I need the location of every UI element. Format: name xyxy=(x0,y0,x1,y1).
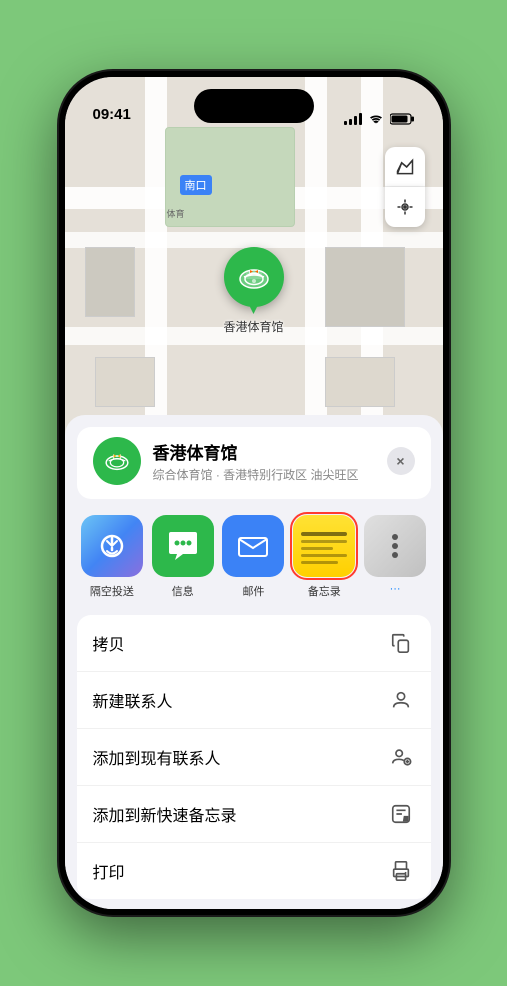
person-add-icon xyxy=(387,743,415,771)
share-mail[interactable]: 邮件 xyxy=(218,515,289,599)
person-icon xyxy=(387,686,415,714)
action-new-contact[interactable]: 新建联系人 xyxy=(77,672,431,729)
action-print[interactable]: 打印 xyxy=(77,843,431,899)
share-more[interactable]: ··· xyxy=(360,515,431,599)
messages-icon xyxy=(152,515,214,577)
wifi-icon xyxy=(368,113,384,125)
venue-icon xyxy=(93,437,141,485)
share-messages[interactable]: 信息 xyxy=(147,515,218,599)
venue-pin-label: 香港体育馆 xyxy=(223,318,283,335)
location-button[interactable] xyxy=(385,187,425,227)
venue-name: 香港体育馆 xyxy=(153,439,375,464)
venue-info: 香港体育馆 综合体育馆 · 香港特别行政区 油尖旺区 xyxy=(153,439,375,483)
action-copy-label: 拷贝 xyxy=(93,631,125,655)
status-time: 09:41 xyxy=(93,106,131,125)
mail-label: 邮件 xyxy=(242,583,264,599)
map-south-gate-label: 南口 xyxy=(180,175,212,195)
action-quick-note[interactable]: 添加到新快速备忘录 xyxy=(77,786,431,843)
notes-label: 备忘录 xyxy=(308,583,341,599)
print-icon xyxy=(387,857,415,885)
action-new-contact-label: 新建联系人 xyxy=(93,688,173,712)
status-icons xyxy=(344,113,415,125)
action-print-label: 打印 xyxy=(93,859,125,883)
airdrop-icon xyxy=(81,515,143,577)
close-button[interactable]: × xyxy=(387,447,415,475)
pin-circle xyxy=(223,247,283,307)
phone-screen: 09:41 xyxy=(65,77,443,909)
phone-frame: 09:41 xyxy=(59,71,449,915)
more-label: ··· xyxy=(390,583,401,595)
venue-subtitle: 综合体育馆 · 香港特别行政区 油尖旺区 xyxy=(153,466,375,483)
airdrop-label: 隔空投送 xyxy=(90,583,134,599)
note-icon xyxy=(387,800,415,828)
notes-icon xyxy=(293,515,355,577)
venue-header: 香港体育馆 综合体育馆 · 香港特别行政区 油尖旺区 × xyxy=(77,427,431,499)
action-quick-note-label: 添加到新快速备忘录 xyxy=(93,802,237,826)
pin-tail xyxy=(248,304,258,314)
share-notes[interactable]: 备忘录 xyxy=(289,515,360,599)
action-add-existing-label: 添加到现有联系人 xyxy=(93,745,221,769)
more-icon xyxy=(364,515,426,577)
bottom-sheet: 香港体育馆 综合体育馆 · 香港特别行政区 油尖旺区 × xyxy=(65,415,443,909)
action-copy[interactable]: 拷贝 xyxy=(77,615,431,672)
sheet-handle-area xyxy=(65,415,443,427)
signal-icon xyxy=(344,113,362,125)
share-airdrop[interactable]: 隔空投送 xyxy=(77,515,148,599)
dynamic-island xyxy=(194,89,314,123)
map-type-button[interactable] xyxy=(385,147,425,187)
action-list: 拷贝 新建联系人 xyxy=(77,615,431,899)
mail-icon xyxy=(222,515,284,577)
copy-icon xyxy=(387,629,415,657)
venue-pin[interactable]: 香港体育馆 xyxy=(223,247,283,335)
share-apps-row: 隔空投送 信息 xyxy=(65,499,443,607)
messages-label: 信息 xyxy=(172,583,194,599)
battery-icon xyxy=(390,113,415,125)
map-controls xyxy=(385,147,425,227)
action-add-existing[interactable]: 添加到现有联系人 xyxy=(77,729,431,786)
